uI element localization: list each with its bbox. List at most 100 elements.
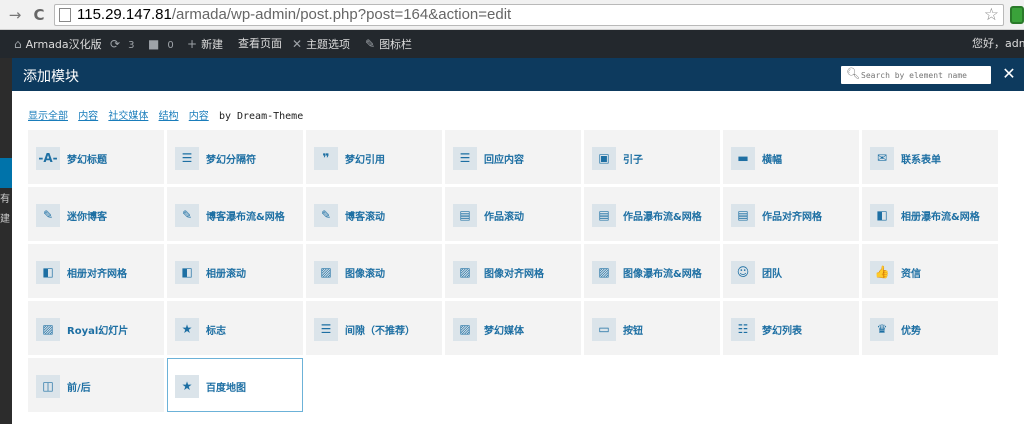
element-tile[interactable]: ✎ 博客瀑布流&网格 bbox=[167, 187, 303, 241]
category-filters: 显示全部 内容 社交媒体 结构 内容 by Dream-Theme bbox=[28, 107, 303, 122]
element-tile[interactable]: ▭ 按钮 bbox=[584, 301, 720, 355]
element-tile[interactable]: ◫ 前/后 bbox=[28, 358, 164, 412]
greeting-text: 您好，admi bbox=[972, 37, 1024, 50]
element-tile[interactable]: ♛ 优势 bbox=[862, 301, 998, 355]
element-label: 引子 bbox=[623, 155, 643, 166]
element-icon: ◧ bbox=[36, 261, 60, 284]
extension-icon[interactable] bbox=[1010, 6, 1024, 24]
element-label: Royal幻灯片 bbox=[67, 326, 129, 337]
element-tile[interactable]: ☰ 梦幻分隔符 bbox=[167, 130, 303, 184]
close-button[interactable]: ✕ bbox=[1001, 64, 1017, 84]
element-label: 梦幻标题 bbox=[67, 155, 107, 166]
address-bar[interactable]: 115.29.147.81/armada/wp-admin/post.php?p… bbox=[54, 4, 1004, 26]
element-label: 百度地图 bbox=[206, 383, 246, 394]
page-icon bbox=[59, 8, 71, 22]
admin-bar-new[interactable]: + 新建 bbox=[187, 30, 223, 58]
element-tile[interactable]: ▨ 图像滚动 bbox=[306, 244, 442, 298]
element-tile[interactable]: ☷ 梦幻列表 bbox=[723, 301, 859, 355]
admin-menu-active bbox=[0, 158, 12, 188]
element-icon: ▭ bbox=[592, 318, 616, 341]
element-icon: ▤ bbox=[453, 204, 477, 227]
element-tile[interactable]: ☰ 回应内容 bbox=[445, 130, 581, 184]
element-tile[interactable]: ▤ 作品对齐网格 bbox=[723, 187, 859, 241]
element-icon: ▨ bbox=[36, 318, 60, 341]
element-tile[interactable]: ✎ 迷你博客 bbox=[28, 187, 164, 241]
wrench-icon: ✕ bbox=[292, 37, 303, 51]
updates-count: 3 bbox=[128, 40, 135, 51]
search-input[interactable] bbox=[861, 68, 987, 82]
url-text: 115.29.147.81/armada/wp-admin/post.php?p… bbox=[77, 6, 511, 23]
admin-bar-theme-options[interactable]: ✕ 主题选项 bbox=[292, 30, 350, 58]
element-label: 团队 bbox=[762, 269, 782, 280]
element-icon: ☰ bbox=[314, 318, 338, 341]
modal-header: 添加模块 🔍︎ ✕ bbox=[12, 58, 1024, 91]
element-icon: ▣ bbox=[592, 147, 616, 170]
element-tile[interactable]: ▤ 作品滚动 bbox=[445, 187, 581, 241]
element-label: 迷你博客 bbox=[67, 212, 107, 223]
forward-arrow-icon[interactable]: → bbox=[6, 6, 24, 24]
site-name: Armada汉化版 bbox=[25, 38, 102, 51]
element-tile[interactable]: ✎ 博客滚动 bbox=[306, 187, 442, 241]
element-tile[interactable]: ▣ 引子 bbox=[584, 130, 720, 184]
element-label: 标志 bbox=[206, 326, 226, 337]
element-icon: ✎ bbox=[36, 204, 60, 227]
url-host: 115.29.147.81 bbox=[77, 6, 172, 23]
admin-bar-view-page[interactable]: 查看页面 bbox=[238, 30, 282, 58]
element-tile[interactable]: ▨ Royal幻灯片 bbox=[28, 301, 164, 355]
element-tile[interactable]: ☺ 团队 bbox=[723, 244, 859, 298]
element-tile[interactable]: 👍 资信 bbox=[862, 244, 998, 298]
element-tile[interactable]: ▨ 图像瀑布流&网格 bbox=[584, 244, 720, 298]
home-icon: ⌂ bbox=[14, 37, 22, 51]
filter-show-all[interactable]: 显示全部 bbox=[28, 111, 68, 122]
element-icon: ▤ bbox=[592, 204, 616, 227]
element-tile[interactable]: ✉ 联系表单 bbox=[862, 130, 998, 184]
element-label: 前/后 bbox=[67, 383, 91, 394]
admin-bar-site[interactable]: ⌂ Armada汉化版 bbox=[14, 30, 102, 58]
element-icon: ★ bbox=[175, 318, 199, 341]
element-icon: ▨ bbox=[314, 261, 338, 284]
by-dream-theme: by Dream-Theme bbox=[218, 111, 304, 122]
element-label: 相册对齐网格 bbox=[67, 269, 127, 280]
element-icon: ▨ bbox=[592, 261, 616, 284]
element-tile[interactable]: ▨ 梦幻媒体 bbox=[445, 301, 581, 355]
element-tile[interactable]: ★ 标志 bbox=[167, 301, 303, 355]
element-tile[interactable]: ★ 百度地图 bbox=[167, 358, 303, 412]
element-tile[interactable]: ◧ 相册滚动 bbox=[167, 244, 303, 298]
element-label: 横幅 bbox=[762, 155, 782, 166]
element-icon: ▨ bbox=[453, 261, 477, 284]
pin-icon: ✎ bbox=[365, 37, 376, 51]
element-icon: ◧ bbox=[870, 204, 894, 227]
element-label: 作品对齐网格 bbox=[762, 212, 822, 223]
admin-bar-icon-bar[interactable]: ✎ 图标栏 bbox=[365, 30, 412, 58]
filter-content[interactable]: 内容 bbox=[78, 111, 98, 122]
element-icon: -A- bbox=[36, 147, 60, 170]
admin-bar-updates[interactable]: ⟳ 3 bbox=[110, 30, 134, 58]
element-icon: ★ bbox=[175, 375, 199, 398]
element-label: 作品瀑布流&网格 bbox=[623, 212, 702, 223]
element-tile[interactable]: -A- 梦幻标题 bbox=[28, 130, 164, 184]
element-tile[interactable]: ◧ 相册瀑布流&网格 bbox=[862, 187, 998, 241]
element-tile[interactable]: ▨ 图像对齐网格 bbox=[445, 244, 581, 298]
admin-bar-greeting[interactable]: 您好，admi bbox=[972, 30, 1024, 58]
reload-icon[interactable]: C bbox=[30, 6, 48, 24]
filter-structure[interactable]: 结构 bbox=[159, 111, 179, 122]
filter-social[interactable]: 社交媒体 bbox=[108, 111, 148, 122]
element-tile[interactable]: ☰ 间隙（不推荐） bbox=[306, 301, 442, 355]
element-icon: ❞ bbox=[314, 147, 338, 170]
element-icon: ☷ bbox=[731, 318, 755, 341]
element-icon: ✉ bbox=[870, 147, 894, 170]
element-icon: ▬ bbox=[731, 147, 755, 170]
admin-bar-comments[interactable]: ■ 0 bbox=[148, 30, 174, 58]
element-icon: ☰ bbox=[453, 147, 477, 170]
element-tile[interactable]: ❞ 梦幻引用 bbox=[306, 130, 442, 184]
element-tile[interactable]: ◧ 相册对齐网格 bbox=[28, 244, 164, 298]
bookmark-star-icon[interactable]: ☆ bbox=[984, 5, 999, 25]
comment-icon: ■ bbox=[148, 37, 160, 51]
element-tile[interactable]: ▤ 作品瀑布流&网格 bbox=[584, 187, 720, 241]
element-label: 回应内容 bbox=[484, 155, 524, 166]
element-icon: ▨ bbox=[453, 318, 477, 341]
filter-content-2[interactable]: 内容 bbox=[189, 111, 209, 122]
element-label: 梦幻引用 bbox=[345, 155, 385, 166]
element-tile[interactable]: ▬ 横幅 bbox=[723, 130, 859, 184]
element-label: 图像滚动 bbox=[345, 269, 385, 280]
